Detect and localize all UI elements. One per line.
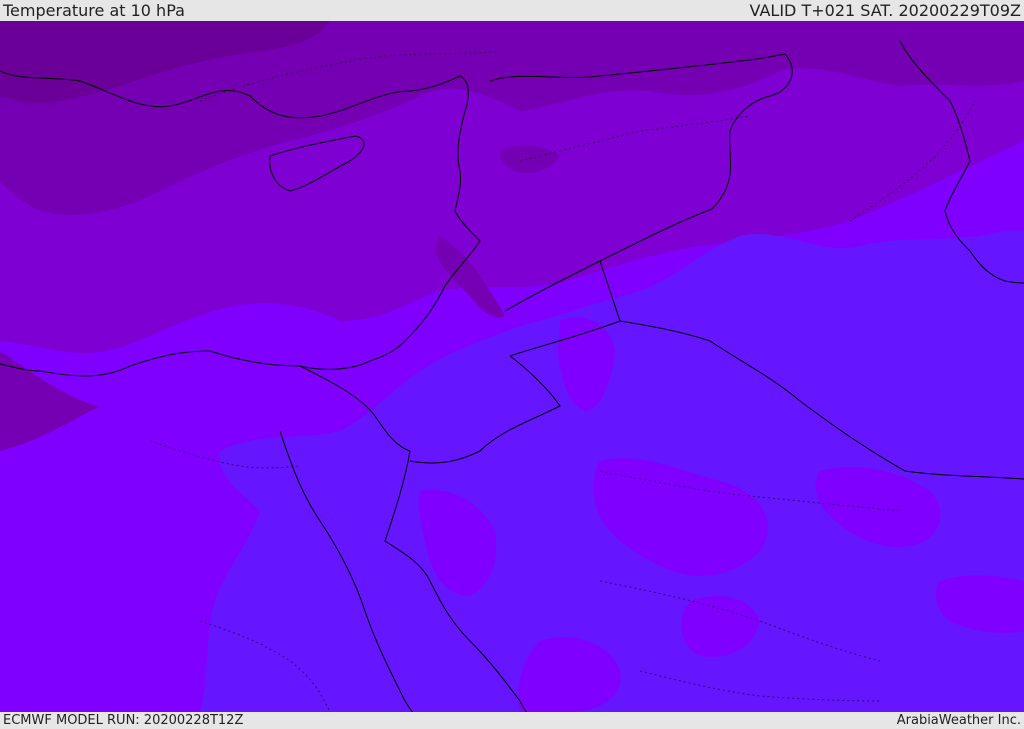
footer-bar: ECMWF MODEL RUN: 20200228T12Z ArabiaWeat… bbox=[0, 712, 1024, 729]
model-run: ECMWF MODEL RUN: 20200228T12Z bbox=[3, 713, 244, 728]
valid-time: VALID T+021 SAT. 20200229T09Z bbox=[749, 1, 1021, 20]
credit: ArabiaWeather Inc. bbox=[896, 713, 1021, 728]
temperature-map[interactable] bbox=[0, 21, 1024, 712]
map-frame[interactable] bbox=[0, 21, 1024, 712]
header-bar: Temperature at 10 hPa VALID T+021 SAT. 2… bbox=[0, 0, 1024, 21]
map-title: Temperature at 10 hPa bbox=[3, 1, 185, 20]
